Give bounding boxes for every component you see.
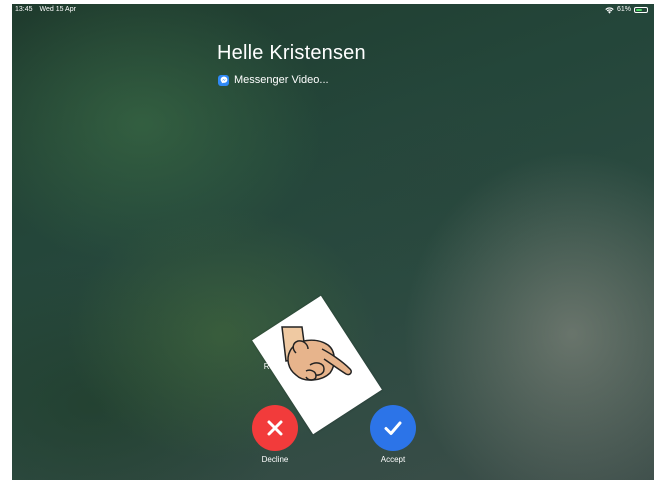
battery-icon [634, 7, 648, 13]
status-right: 61% [605, 4, 648, 16]
status-bar: 13:45 Wed 15 Apr 61% [12, 4, 654, 16]
call-app-label: Messenger Video... [234, 74, 329, 86]
status-left: 13:45 Wed 15 Apr [15, 4, 81, 16]
incoming-call-screen: 13:45 Wed 15 Apr 61% Helle Kristensen Me… [12, 4, 654, 480]
status-time: 13:45 [15, 6, 33, 13]
checkmark-icon [384, 421, 402, 435]
accept-label: Accept [380, 455, 406, 464]
decline-label: Decline [261, 455, 289, 464]
messenger-icon [218, 74, 229, 86]
caller-name: Helle Kristensen [217, 42, 366, 64]
x-icon [267, 420, 283, 436]
accept-button[interactable] [370, 405, 416, 451]
decline-button[interactable] [252, 405, 298, 451]
battery-percent: 61% [616, 6, 631, 13]
wifi-icon [605, 6, 614, 14]
status-date: Wed 15 Apr [39, 6, 76, 13]
call-app-row: Messenger Video... [218, 74, 329, 86]
battery-level-fill [636, 9, 643, 11]
